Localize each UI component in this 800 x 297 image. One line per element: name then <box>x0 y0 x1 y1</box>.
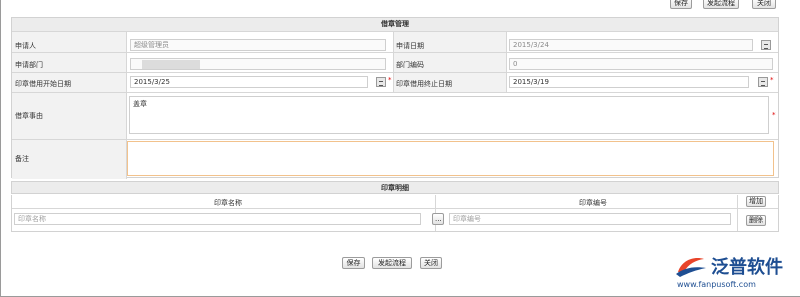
apply-date-field[interactable]: 2015/3/24 <box>509 39 753 51</box>
seal-borrow-form: 借章管理 申请人 超级管理员 申请日期 2015/3/24 申请部门 部门编码 … <box>11 17 779 179</box>
end-date-field[interactable]: 2015/3/19 <box>509 76 749 88</box>
brand-logo: 泛普软件 www.fanpusoft.com <box>671 250 797 294</box>
col-header-seal-name: 印章名称 <box>214 199 242 207</box>
dept-code-label: 部门编码 <box>396 61 424 69</box>
dept-code-field[interactable]: 0 <box>509 58 773 70</box>
seal-picker-button[interactable]: ... <box>432 213 444 225</box>
apply-date-calendar-icon[interactable] <box>761 40 771 50</box>
reason-textarea[interactable]: 盖章 <box>129 96 769 134</box>
end-date-required-mark: * <box>770 76 774 84</box>
reason-label: 借章事由 <box>15 112 43 120</box>
top-save-button[interactable]: 保存 <box>670 0 692 9</box>
row-divider <box>12 208 778 209</box>
brand-logo-icon <box>676 258 706 277</box>
col-divider <box>393 32 394 92</box>
seal-code-input[interactable]: 印章编号 <box>449 213 731 225</box>
seal-name-input[interactable]: 印章名称 <box>14 213 421 225</box>
remark-textarea[interactable] <box>127 141 774 176</box>
start-date-calendar-icon[interactable] <box>376 77 386 87</box>
start-date-label: 印章借用开始日期 <box>15 80 71 88</box>
end-date-label: 印章借用终止日期 <box>396 80 452 88</box>
col-divider <box>506 32 507 92</box>
seal-detail-header: 印章明细 <box>11 181 779 194</box>
applicant-label: 申请人 <box>15 42 36 50</box>
label-col-left <box>12 32 126 179</box>
end-date-calendar-icon[interactable] <box>758 77 768 87</box>
seal-detail-table: 印章名称 印章编号 增加 印章名称 ... 印章编号 删除 <box>11 195 779 232</box>
top-close-button[interactable]: 关闭 <box>752 0 776 9</box>
top-start-flow-button[interactable]: 发起流程 <box>703 0 739 9</box>
footer-close-button[interactable]: 关闭 <box>420 257 442 269</box>
dept-label: 申请部门 <box>15 61 43 69</box>
seal-management-header: 借章管理 <box>12 18 778 31</box>
delete-row-button[interactable]: 删除 <box>746 215 766 226</box>
applicant-field[interactable]: 超级管理员 <box>130 39 386 51</box>
brand-url: www.fanpusoft.com <box>677 280 756 289</box>
footer-save-button[interactable]: 保存 <box>342 257 365 269</box>
brand-name: 泛普软件 <box>711 257 783 278</box>
col-divider <box>737 195 738 231</box>
start-date-required-mark: * <box>388 76 392 84</box>
reason-required-mark: * <box>772 111 776 119</box>
col-header-seal-code: 印章编号 <box>579 199 607 207</box>
remark-label: 备注 <box>15 155 29 163</box>
start-date-field[interactable]: 2015/3/25 <box>130 76 368 88</box>
footer-start-flow-button[interactable]: 发起流程 <box>372 257 412 269</box>
dept-value-redacted <box>142 60 200 69</box>
apply-date-label: 申请日期 <box>396 42 424 50</box>
add-row-button[interactable]: 增加 <box>746 196 766 207</box>
